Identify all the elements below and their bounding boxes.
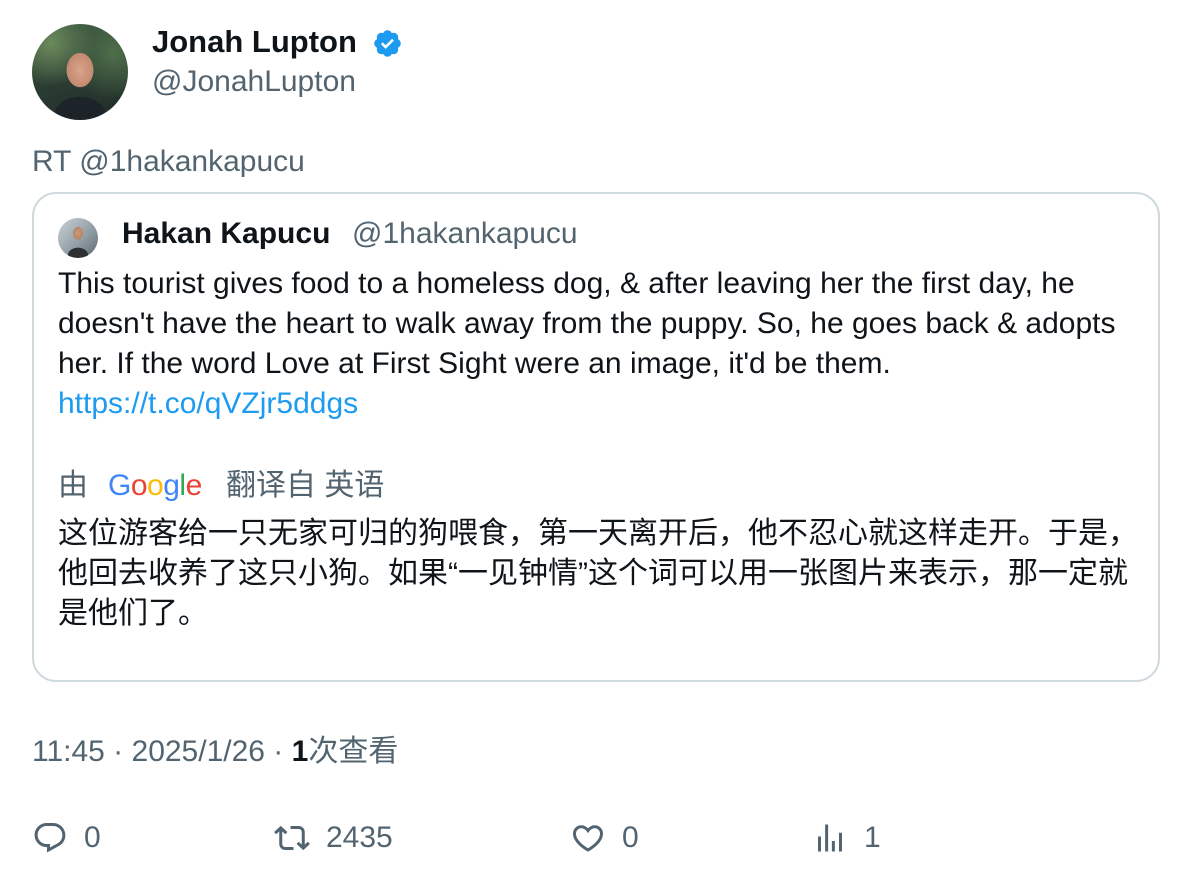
quoted-author-handle[interactable]: @1hakankapucu (352, 214, 578, 254)
translated-text: 这位游客给一只无家可归的狗喂食，第一天离开后，他不忍心就这样走开。于是，他回去收… (58, 517, 1138, 630)
views-action-count: 1 (864, 821, 881, 854)
quoted-author-name[interactable]: Hakan Kapucu (122, 214, 330, 254)
translation-by-label: 由 (58, 469, 88, 502)
tweet-timestamp[interactable]: 11:45 · 2025/1/26 · (32, 735, 292, 768)
views-count: 1 (291, 735, 309, 768)
author-avatar[interactable] (32, 24, 128, 120)
retweet-count: 2435 (326, 821, 393, 854)
retweet-attribution: RT @1hakankapucu (32, 145, 305, 178)
like-count: 0 (622, 821, 639, 854)
tweet-meta: 11:45 · 2025/1/26 · 1次查看 (32, 732, 398, 772)
views-label: 次查看 (308, 735, 399, 768)
quoted-tweet-text: This tourist gives food to a homeless do… (58, 267, 1116, 380)
quoted-tweet-link[interactable]: https://t.co/qVZjr5ddgs (58, 384, 358, 424)
quoted-tweet-card[interactable]: Hakan Kapucu @1hakankapucu This tourist … (32, 192, 1160, 682)
quoted-author-avatar[interactable] (58, 218, 98, 258)
retweet-icon (274, 825, 310, 851)
translation-from-label: 翻译自 英语 (226, 469, 385, 502)
author-handle[interactable]: @JonahLupton (152, 64, 356, 100)
tweet-actions: 0 2435 0 1 (0, 816, 1196, 864)
analytics-icon (818, 824, 842, 852)
reply-icon (34, 823, 66, 853)
google-logo-icon: Google (108, 469, 202, 502)
verified-badge-icon (374, 30, 401, 57)
heart-icon (572, 825, 604, 852)
author-name[interactable]: Jonah Lupton (152, 24, 357, 60)
reply-count: 0 (84, 821, 101, 854)
